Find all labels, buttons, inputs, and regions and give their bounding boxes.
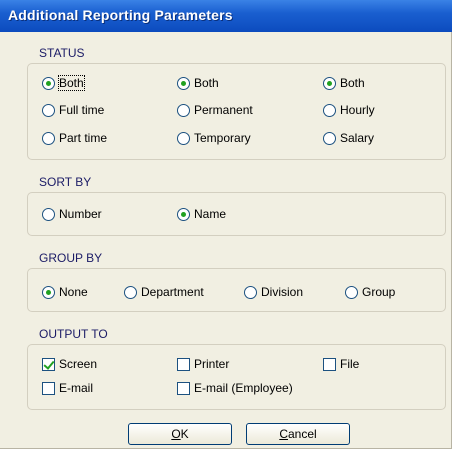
radio-selected-icon <box>42 76 55 90</box>
status-part-time-radio[interactable]: Part time <box>42 130 107 146</box>
group-by-none-radio[interactable]: None <box>42 284 88 300</box>
radio-label: Division <box>261 285 304 299</box>
radio-icon <box>42 103 55 117</box>
status-salary-radio[interactable]: Salary <box>323 130 374 146</box>
checkbox-label: Screen <box>59 357 98 371</box>
radio-icon <box>323 131 336 145</box>
checkbox-label: E-mail <box>59 381 94 395</box>
status-temporary-radio[interactable]: Temporary <box>177 130 251 146</box>
ok-label-rest: K <box>180 427 189 441</box>
radio-label: Name <box>194 207 227 221</box>
dialog-window: Additional Reporting Parameters STATUS B… <box>0 0 452 449</box>
checkbox-label: Printer <box>194 357 230 371</box>
checkbox-icon <box>323 357 336 371</box>
radio-label: Department <box>141 285 204 299</box>
status-group-label: STATUS <box>39 46 85 60</box>
radio-label: None <box>59 285 88 299</box>
output-to-group-label: OUTPUT TO <box>39 327 108 341</box>
sort-by-group-label: SORT BY <box>39 175 92 189</box>
sort-by-number-radio[interactable]: Number <box>42 206 102 222</box>
radio-label: Both <box>340 76 365 90</box>
output-to-group <box>27 344 446 410</box>
radio-icon <box>177 131 190 145</box>
radio-icon <box>42 207 55 221</box>
checkbox-icon <box>177 357 190 371</box>
cancel-label-rest: ancel <box>287 427 317 441</box>
cancel-mnemonic: C <box>279 427 288 441</box>
radio-icon <box>42 131 55 145</box>
status-pay-both-radio[interactable]: Both <box>323 75 365 91</box>
radio-icon <box>124 285 137 299</box>
checkbox-label: File <box>340 357 360 371</box>
checkbox-icon <box>177 381 190 395</box>
group-by-group-radio[interactable]: Group <box>345 284 395 300</box>
radio-label: Number <box>59 207 102 221</box>
group-by-group-label: GROUP BY <box>39 251 103 265</box>
radio-icon <box>323 103 336 117</box>
output-email-employee-checkbox[interactable]: E-mail (Employee) <box>177 380 293 396</box>
checkbox-icon <box>42 381 55 395</box>
radio-label: Group <box>362 285 396 299</box>
group-by-division-radio[interactable]: Division <box>244 284 303 300</box>
cancel-button[interactable]: Cancel <box>246 423 350 445</box>
status-tenure-both-radio[interactable]: Both <box>177 75 219 91</box>
radio-label: Both <box>194 76 219 90</box>
radio-label: Hourly <box>340 103 375 117</box>
radio-selected-icon <box>177 76 190 90</box>
radio-label: Permanent <box>194 103 253 117</box>
sort-by-name-radio[interactable]: Name <box>177 206 226 222</box>
status-permanent-radio[interactable]: Permanent <box>177 102 253 118</box>
status-employment-both-radio[interactable]: Both <box>42 75 85 91</box>
radio-selected-icon <box>42 285 55 299</box>
output-screen-checkbox[interactable]: Screen <box>42 356 97 372</box>
radio-label: Part time <box>59 131 108 145</box>
window-title: Additional Reporting Parameters <box>8 7 233 23</box>
cancel-button-label: Cancel <box>279 427 316 441</box>
ok-mnemonic: O <box>171 427 181 441</box>
status-hourly-radio[interactable]: Hourly <box>323 102 375 118</box>
output-file-checkbox[interactable]: File <box>323 356 359 372</box>
radio-selected-icon <box>177 207 190 221</box>
radio-label: Temporary <box>194 131 251 145</box>
output-email-checkbox[interactable]: E-mail <box>42 380 93 396</box>
checkmark-icon <box>42 357 55 371</box>
radio-icon <box>177 103 190 117</box>
radio-icon <box>244 285 257 299</box>
ok-button[interactable]: OK <box>128 423 232 445</box>
radio-label: Both <box>58 75 85 91</box>
ok-button-label: OK <box>171 427 188 441</box>
checkbox-label: E-mail (Employee) <box>194 381 293 395</box>
status-full-time-radio[interactable]: Full time <box>42 102 104 118</box>
group-by-department-radio[interactable]: Department <box>124 284 204 300</box>
radio-label: Full time <box>59 103 105 117</box>
radio-icon <box>345 285 358 299</box>
radio-label: Salary <box>340 131 375 145</box>
output-printer-checkbox[interactable]: Printer <box>177 356 229 372</box>
radio-selected-icon <box>323 76 336 90</box>
title-bar[interactable]: Additional Reporting Parameters <box>0 0 452 32</box>
